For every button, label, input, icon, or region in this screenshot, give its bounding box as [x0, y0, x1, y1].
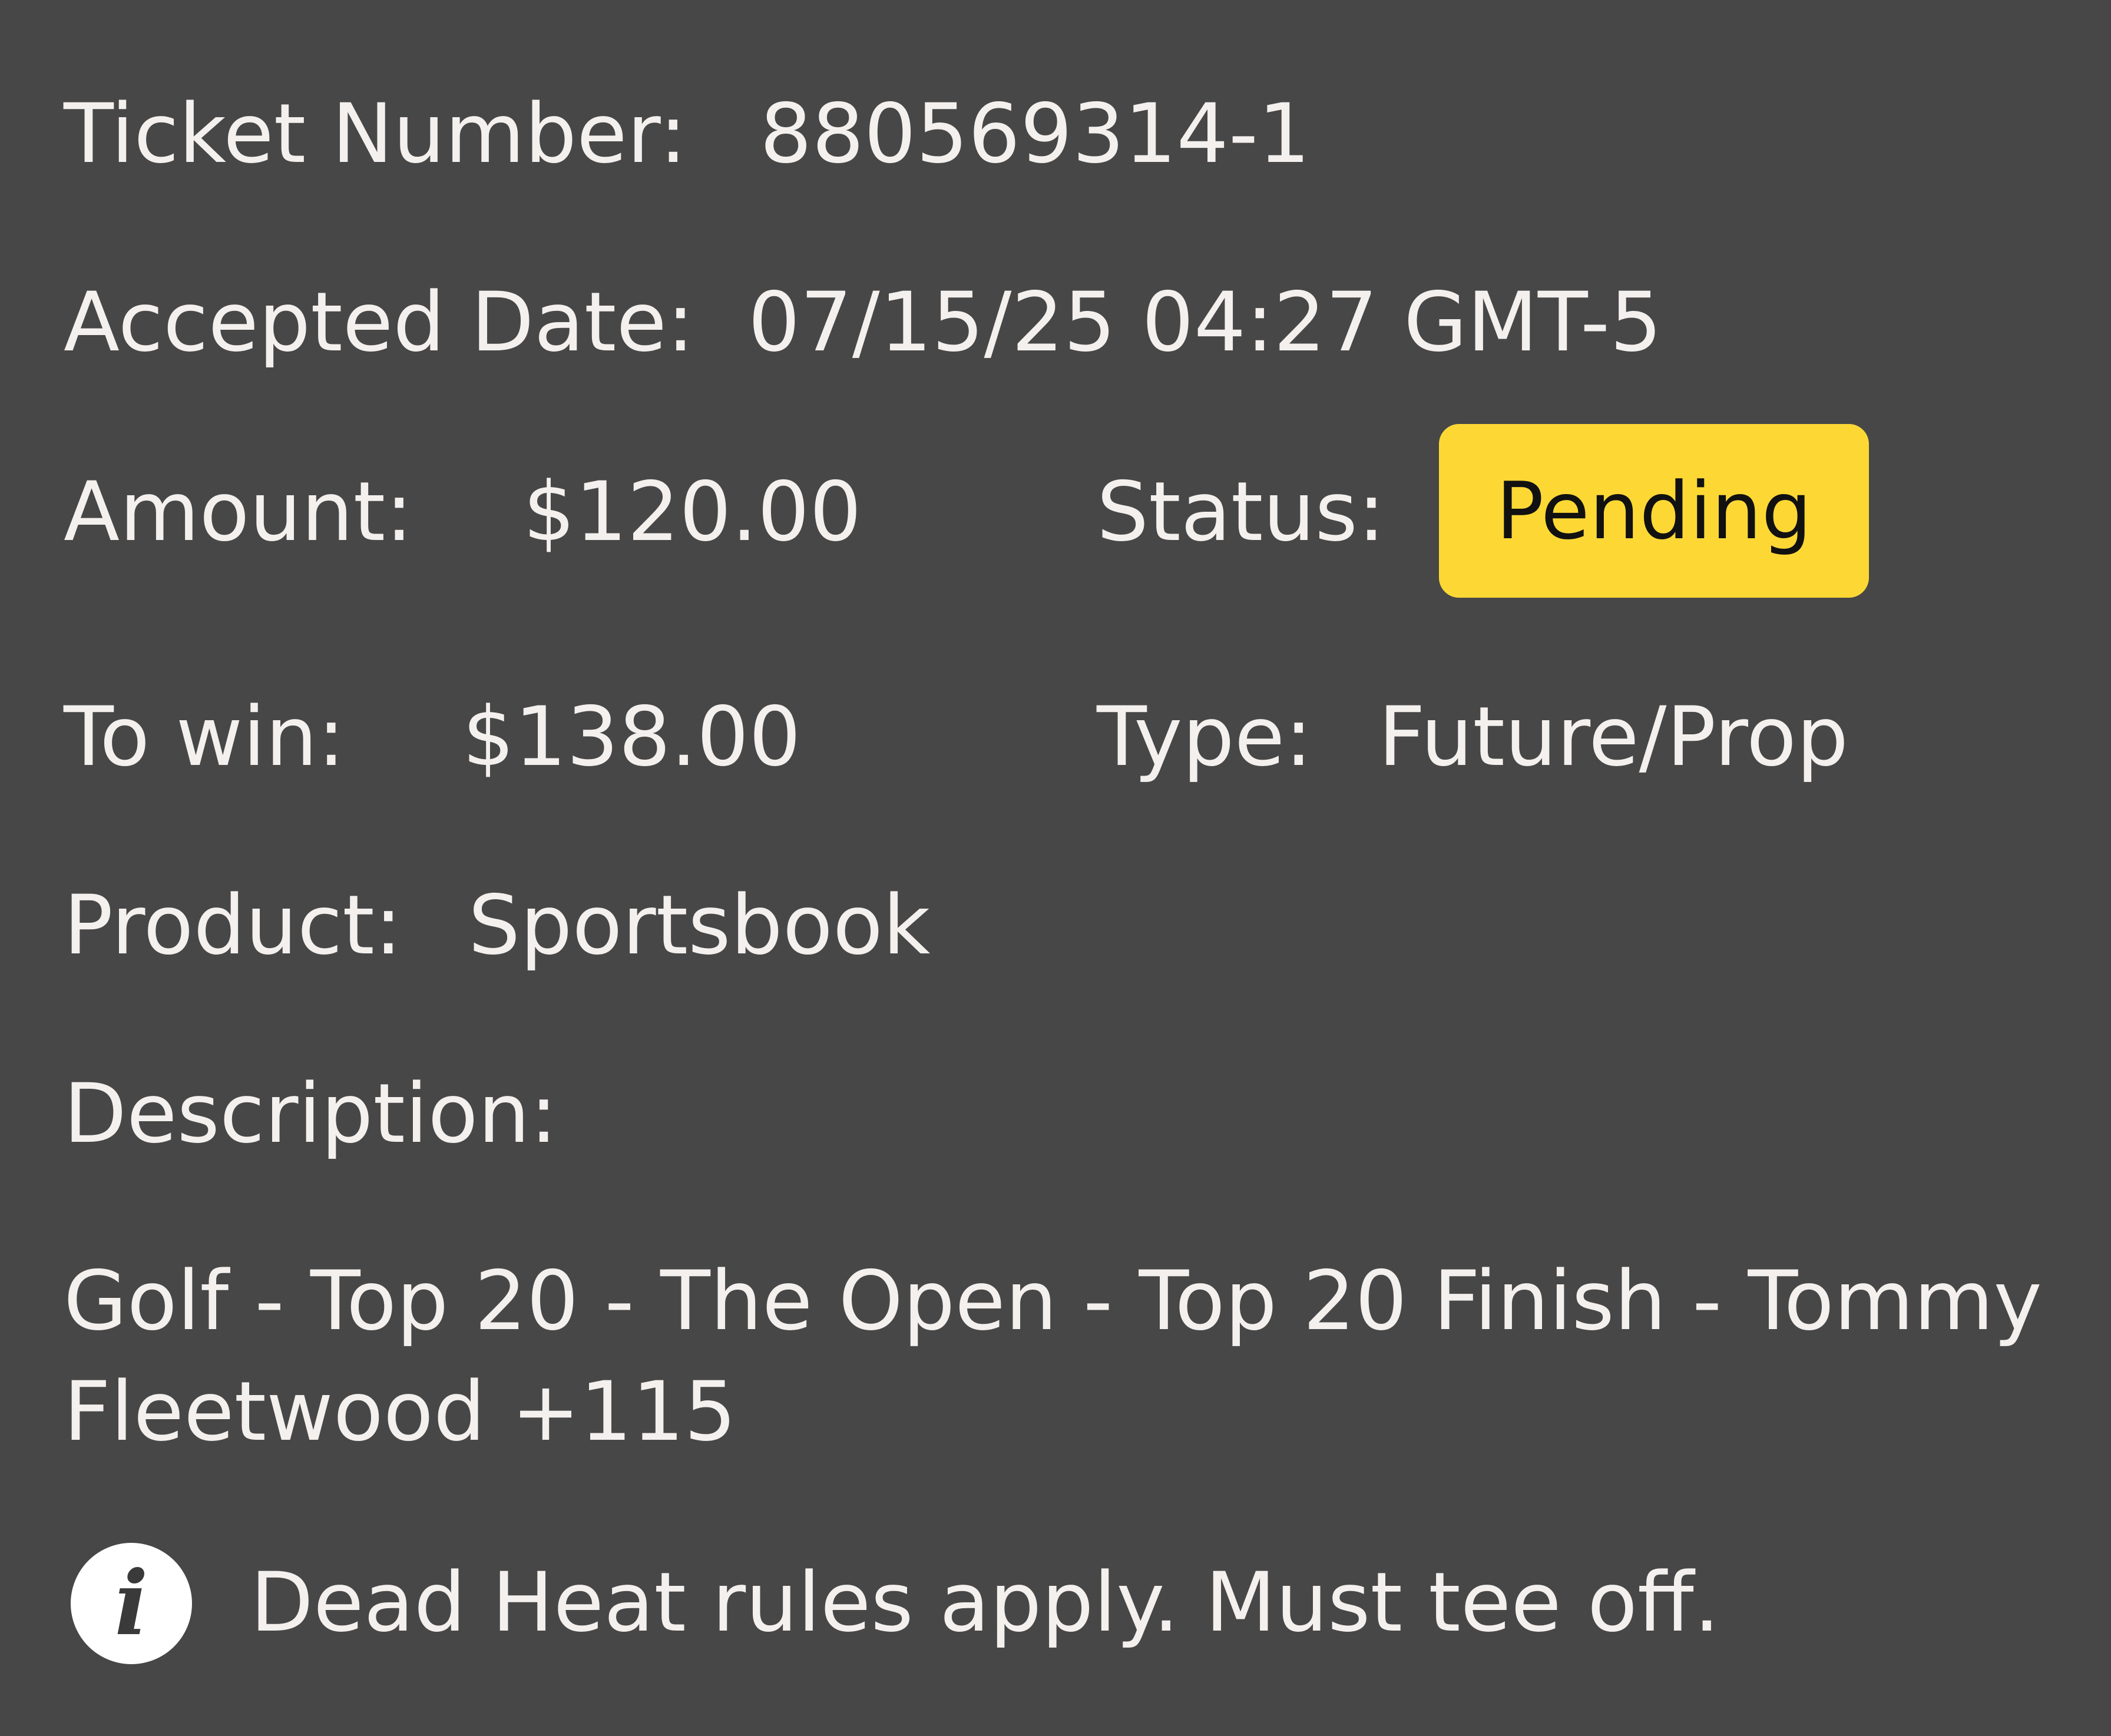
description-label: Description: — [64, 1066, 558, 1161]
ticket-number-value: 880569314-1 — [760, 86, 1311, 181]
accepted-date-label: Accepted Date: — [64, 274, 694, 370]
status-badge: Pending — [1439, 424, 1869, 598]
status-label: Status: — [1097, 464, 1385, 559]
description-line-1: Golf - Top 20 - The Open - Top 20 Finish… — [64, 1253, 2042, 1349]
amount-value: $120.00 — [523, 464, 862, 559]
to-win-label: To win: — [64, 689, 345, 784]
dead-heat-note: Dead Heat rules apply. Must tee off. — [250, 1555, 1720, 1650]
info-icon-glyph: i — [114, 1552, 148, 1655]
description-line-2: Fleetwood +115 — [64, 1364, 737, 1459]
status-badge-text: Pending — [1496, 465, 1812, 557]
product-value: Sportsbook — [468, 877, 931, 973]
type-value: Future/Prop — [1378, 689, 1849, 784]
type-label: Type: — [1097, 689, 1313, 784]
product-label: Product: — [64, 877, 402, 973]
info-icon: i — [71, 1543, 192, 1664]
amount-label: Amount: — [64, 464, 413, 559]
accepted-date-value: 07/15/25 04:27 GMT-5 — [748, 274, 1662, 370]
ticket-number-label: Ticket Number: — [64, 86, 687, 181]
to-win-value: $138.00 — [462, 689, 801, 784]
